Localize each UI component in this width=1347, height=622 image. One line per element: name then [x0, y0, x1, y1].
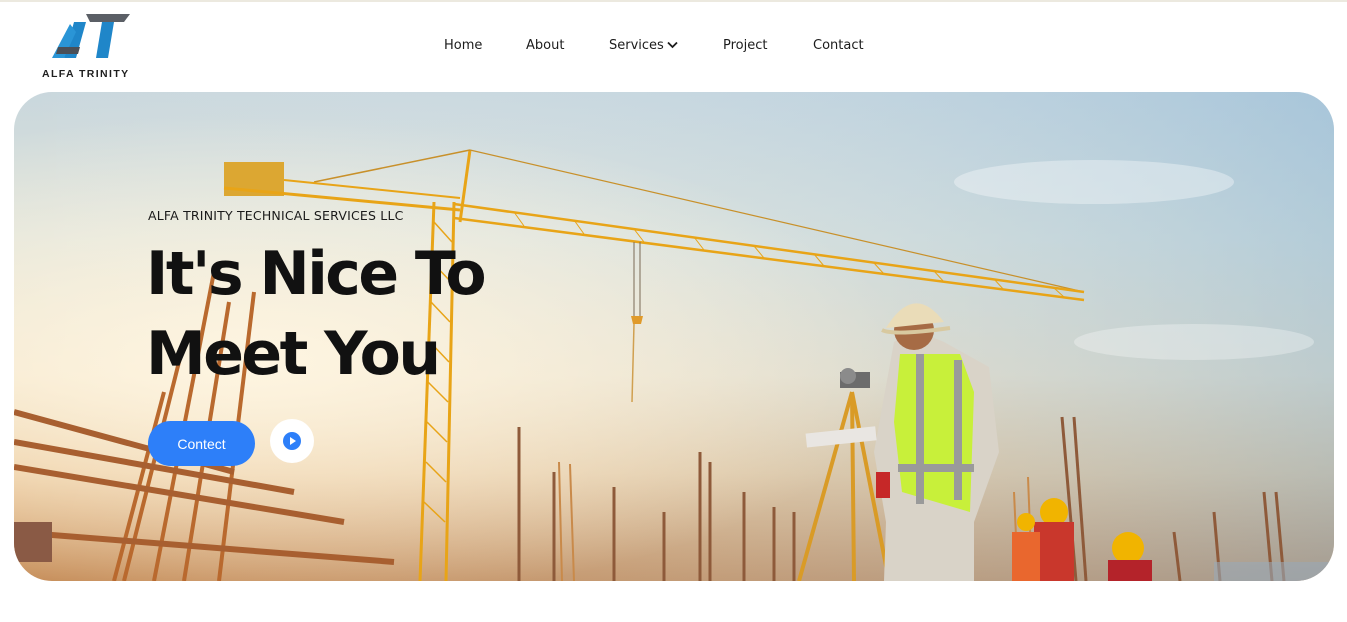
nav-project[interactable]: Project — [723, 38, 767, 53]
hero-headline-line1: It's Nice To — [146, 239, 487, 309]
nav-services-label: Services — [609, 38, 664, 53]
hero-eyebrow: ALFA TRINITY TECHNICAL SERVICES LLC — [148, 208, 404, 223]
main-nav: Home About Services Project Contact — [0, 38, 1347, 58]
play-icon — [283, 432, 301, 450]
hero-banner: ALFA TRINITY TECHNICAL SERVICES LLC It's… — [14, 92, 1334, 581]
play-video-button[interactable] — [270, 419, 314, 463]
nav-contact[interactable]: Contact — [813, 38, 864, 53]
chevron-down-icon — [667, 41, 678, 48]
nav-services[interactable]: Services — [609, 38, 678, 53]
hero-headline: It's Nice To Meet You — [146, 234, 566, 394]
nav-home[interactable]: Home — [444, 38, 482, 53]
logo-text: ALFA TRINITY — [42, 68, 130, 80]
nav-about[interactable]: About — [526, 38, 564, 53]
hero-headline-line2: Meet You — [146, 319, 441, 389]
contact-button[interactable]: Contect — [148, 421, 255, 466]
top-border — [0, 0, 1347, 2]
